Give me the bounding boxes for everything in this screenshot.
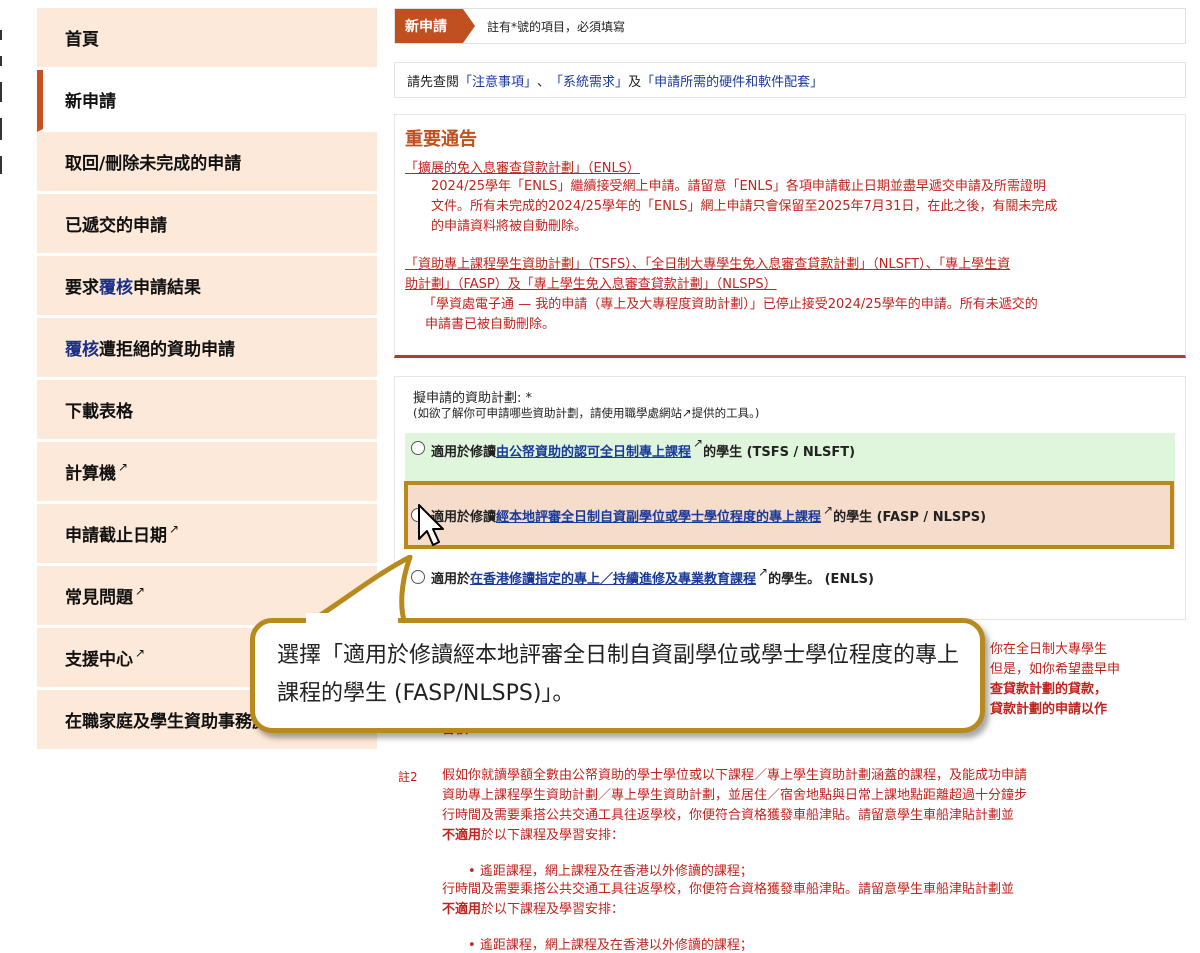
note-line: 行時間及需要乘搭公共交通工具往返學校，你便符合資格獲發車船津貼。請留意學生車船津…: [442, 882, 1015, 897]
external-link-icon: ↗: [135, 583, 146, 598]
sidebar-item-label-em: 覆核: [99, 278, 133, 298]
sidebar-item-label-post: 遭拒絕的資助申請: [99, 340, 235, 360]
note-2-duplicate: 行時間及需要乘搭公共交通工具往返學校，你便符合資格獲發車船津貼。請留意學生車船津…: [442, 880, 1014, 920]
option-prefix: 適用於: [431, 571, 471, 587]
list-item: • 遙距課程，網上課程及在香港以外修讀的課程；: [468, 938, 753, 953]
external-link-icon: ↗: [118, 459, 129, 474]
option-prefix: 適用於修讀: [431, 445, 497, 460]
links-prefix: 請先查閱: [407, 74, 460, 90]
sidebar-item-label: 支援中心: [65, 650, 133, 670]
radio-button[interactable]: [411, 441, 425, 455]
note-line: 假如你就讀學額全數由公帑資助的學士學位或以下課程／專上學生資助計劃涵蓋的課程，及…: [442, 768, 1028, 783]
bullet-text: 遙距課程，網上課程及在香港以外修讀的課程；: [479, 864, 753, 879]
links-sep: 、: [537, 74, 551, 90]
sidebar-item-label: 計算機: [65, 464, 116, 484]
sidebar-item-label-em: 覆核: [65, 340, 99, 360]
sidebar-item-label-pre: 要求: [65, 278, 99, 298]
option-suffix: 的學生 (TSFS / NLSFT): [703, 445, 856, 460]
list-item: • 遙距課程，網上課程及在香港以外修讀的課程；: [468, 864, 753, 879]
sidebar-item-submitted[interactable]: 已遞交的申請: [37, 194, 377, 256]
tab-new-application: 新申請: [395, 9, 475, 43]
sidebar-item-label: 申請截止日期: [65, 526, 167, 546]
option-link[interactable]: 由公帑資助的認可全日制專上課程: [496, 441, 691, 460]
sidebar-item-new-application[interactable]: 新申請: [37, 70, 377, 132]
notice-title: 重要通告: [405, 129, 477, 150]
links-sep: 及: [628, 74, 642, 90]
note-line: 不適用於以下課程及學習安排：: [442, 826, 1027, 846]
notice-heading-enls: 「擴展的免入息審查貸款計劃」（ENLS）: [405, 161, 640, 176]
callout-text: 選擇「適用於修讀經本地評審全日制自資副學位或學士學位程度的專上課程的學生 (FA…: [277, 643, 960, 706]
reference-links: 請先查閱 「注意事項」 、 「系統需求」 及 「申請所需的硬件和軟件配套」: [394, 62, 1186, 98]
note1-fragment: 查貸款計劃的貸款，: [990, 682, 1108, 697]
note-line: 資助專上課程學生資助計劃／專上學生資助計劃，並居住／宿舍地點與日常上課地點距離超…: [442, 788, 1028, 803]
sidebar-item-label: 已遞交的申請: [65, 216, 167, 236]
option-link[interactable]: 在香港修讀指定的專上／持續進修及專業教育課程: [470, 568, 756, 587]
required-note: 註有*號的項目，必須填寫: [487, 19, 626, 34]
sidebar-item-label: 在職家庭及學生資助事務處: [65, 712, 269, 732]
sidebar-item-download-forms[interactable]: 下載表格: [37, 380, 377, 442]
instruction-callout: 選擇「適用於修讀經本地評審全日制自資副學位或學士學位程度的專上課程的學生 (FA…: [250, 618, 985, 733]
notice-line: 助計劃」（FASP）及「專上學生免入息審查貸款計劃」（NLSPS）: [405, 277, 777, 292]
note-text: 於以下課程及學習安排：: [481, 828, 625, 843]
scheme-field-hint: (如欲了解你可申請哪些資助計劃，請使用職學處網站↗提供的工具。): [413, 406, 760, 420]
sidebar-item-review-rejected[interactable]: 覆核 遭拒絕的資助申請: [37, 318, 377, 380]
sidebar-item-home[interactable]: 首頁: [37, 8, 377, 70]
highlight-frame: [404, 481, 1174, 549]
important-notice: 重要通告 「擴展的免入息審查貸款計劃」（ENLS） 2024/25學年「ENLS…: [394, 114, 1186, 358]
link-notes[interactable]: 「注意事項」: [459, 71, 537, 90]
bullet-text: 遙距課程，網上課程及在香港以外修讀的課程；: [479, 938, 753, 953]
window-edge-marks: [0, 30, 6, 190]
sidebar-item-calculator[interactable]: 計算機 ↗: [37, 442, 377, 504]
link-system-requirements[interactable]: 「系統需求」: [550, 71, 628, 90]
note1-fragment: 貸款計劃的申請以作: [990, 702, 1108, 717]
scheme-option-enls[interactable]: 適用於 在香港修讀指定的專上／持續進修及專業教育課程 ↗ 的學生。 (ENLS): [405, 547, 1175, 607]
external-link-icon: ↗: [758, 565, 769, 579]
sidebar-item-label: 新申請: [65, 92, 116, 112]
notice-body-enls: 2024/25學年「ENLS」繼續接受網上申請。請留意「ENLS」各項申請截止日…: [431, 177, 1057, 237]
external-link-icon: ↗: [693, 436, 704, 450]
callout-tail-mask: [306, 613, 398, 627]
sidebar-item-label: 下載表格: [65, 402, 133, 422]
notice-line: 申請書已被自動刪除。: [425, 317, 556, 332]
notice-heading-schemes: 「資助專上課程學生資助計劃」（TSFS）、「全日制大專學生免入息審查貸款計劃」（…: [405, 255, 1010, 295]
sidebar-item-label: 取回/刪除未完成的申請: [65, 154, 242, 174]
notice-line: 的申請資料將被自動刪除。: [431, 219, 588, 234]
notice-line: 「學資處電子通 — 我的申請（專上及大專程度資助計劃）」已停止接受2024/25…: [423, 297, 1038, 312]
note1-fragment: 但是，如你希望盡早申: [990, 662, 1121, 677]
note-2-label: 註2: [398, 770, 418, 784]
sidebar-item-label: 首頁: [65, 30, 99, 50]
sidebar-item-request-review[interactable]: 要求 覆核 申請結果: [37, 256, 377, 318]
notice-line: 「資助專上課程學生資助計劃」（TSFS）、「全日制大專學生免入息審查貸款計劃」（…: [405, 257, 1011, 272]
note-line: 不適用於以下課程及學習安排：: [442, 900, 1014, 920]
mouse-cursor-icon: [418, 504, 444, 546]
bold-text: 不適用: [442, 828, 482, 843]
option-suffix: 的學生。 (ENLS): [768, 571, 874, 587]
note-line: 行時間及需要乘搭公共交通工具往返學校，你便符合資格獲發車船津貼。請留意學生車船津…: [442, 808, 1015, 823]
note-2-body: 假如你就讀學額全數由公帑資助的學士學位或以下課程／專上學生資助計劃涵蓋的課程，及…: [442, 766, 1027, 846]
notice-line: 2024/25學年「ENLS」繼續接受網上申請。請留意「ENLS」各項申請截止日…: [431, 179, 1046, 194]
sidebar-item-label: 常見問題: [65, 588, 133, 608]
sidebar-item-label-post: 申請結果: [133, 278, 201, 298]
note-text: 於以下課程及學習安排：: [481, 902, 625, 917]
sidebar-item-retrieve-delete[interactable]: 取回/刪除未完成的申請: [37, 132, 377, 194]
link-hardware-software[interactable]: 「申請所需的硬件和軟件配套」: [641, 71, 823, 90]
external-link-icon: ↗: [169, 521, 180, 536]
scheme-field-label: 擬申請的資助計劃: *: [413, 391, 533, 406]
scheme-option-tsfs-nlsft[interactable]: 適用於修讀 由公帑資助的認可全日制專上課程 ↗ 的學生 (TSFS / NLSFT): [405, 433, 1175, 483]
external-link-icon: ↗: [135, 645, 146, 660]
notice-line: 文件。所有未完成的2024/25學年的「ENLS」網上申請只會保留至2025年7…: [431, 199, 1058, 214]
bold-text: 不適用: [442, 902, 482, 917]
note1-fragment: 你在全日制大專學生: [990, 642, 1108, 657]
notice-body-schemes: 「學資處電子通 — 我的申請（專上及大專程度資助計劃）」已停止接受2024/25…: [423, 295, 1038, 335]
page-header: 新申請 註有*號的項目，必須填寫: [394, 8, 1186, 44]
